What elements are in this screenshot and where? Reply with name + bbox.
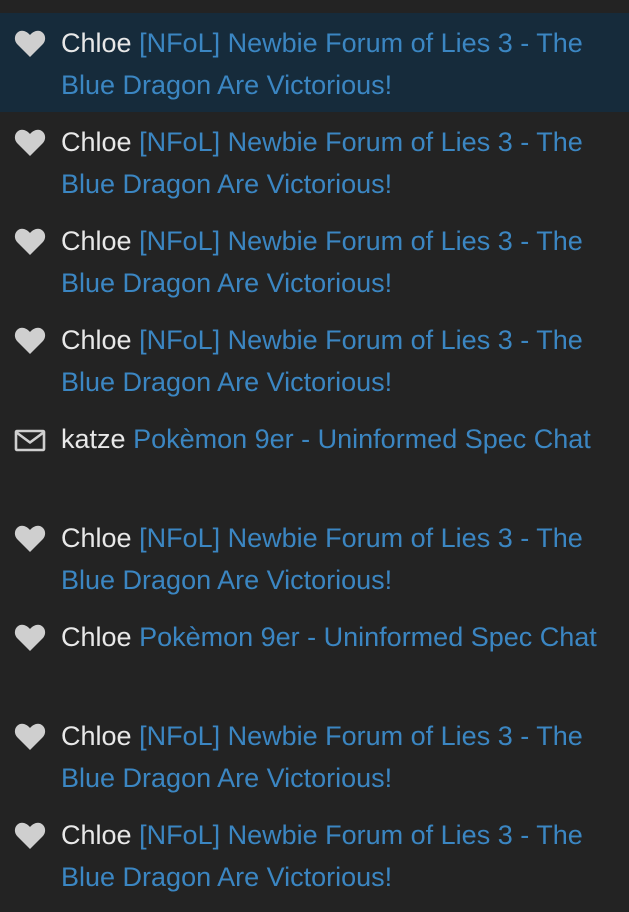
envelope-icon <box>14 426 46 454</box>
notification-thread-link[interactable]: [NFoL] Newbie Forum of Lies 3 - The Blue… <box>61 721 583 793</box>
notification-text: Chloe [NFoL] Newbie Forum of Lies 3 - Th… <box>61 22 611 106</box>
heart-icon <box>14 723 46 751</box>
notification-text: Chloe [NFoL] Newbie Forum of Lies 3 - Th… <box>61 814 611 898</box>
notification-list: Chloe [NFoL] Newbie Forum of Lies 3 - Th… <box>0 0 629 912</box>
heart-icon <box>14 624 46 652</box>
notification-item[interactable]: Chloe [NFoL] Newbie Forum of Lies 3 - Th… <box>0 13 629 112</box>
notification-text: Chloe [NFoL] Newbie Forum of Lies 3 - Th… <box>61 319 611 403</box>
heart-icon <box>14 525 46 553</box>
notification-text: katze Pokèmon 9er - Uninformed Spec Chat <box>61 418 611 460</box>
notification-username[interactable]: Chloe <box>61 127 132 157</box>
notification-username[interactable]: Chloe <box>61 721 132 751</box>
heart-icon <box>14 327 46 355</box>
notification-item[interactable]: Chloe [NFoL] Newbie Forum of Lies 3 - Th… <box>0 706 629 805</box>
notification-username[interactable]: Chloe <box>61 28 132 58</box>
notification-thread-link[interactable]: Pokèmon 9er - Uninformed Spec Chat <box>139 622 597 652</box>
heart-icon <box>14 129 46 157</box>
notification-text: Chloe [NFoL] Newbie Forum of Lies 3 - Th… <box>61 715 611 799</box>
notification-item[interactable]: Chloe Pokèmon 9er - Uninformed Spec Chat <box>0 607 629 706</box>
notification-thread-link[interactable]: [NFoL] Newbie Forum of Lies 3 - The Blue… <box>61 820 583 892</box>
notification-username[interactable]: Chloe <box>61 622 132 652</box>
notification-thread-link[interactable]: [NFoL] Newbie Forum of Lies 3 - The Blue… <box>61 523 583 595</box>
notification-text: Chloe [NFoL] Newbie Forum of Lies 3 - Th… <box>61 121 611 205</box>
notification-thread-link[interactable]: [NFoL] Newbie Forum of Lies 3 - The Blue… <box>61 28 583 100</box>
notification-item[interactable]: Chloe [NFoL] Newbie Forum of Lies 3 - Th… <box>0 508 629 607</box>
notification-username[interactable]: katze <box>61 424 126 454</box>
notification-text: Chloe [NFoL] Newbie Forum of Lies 3 - Th… <box>61 220 611 304</box>
heart-icon <box>14 30 46 58</box>
notification-thread-link[interactable]: [NFoL] Newbie Forum of Lies 3 - The Blue… <box>61 325 583 397</box>
notification-username[interactable]: Chloe <box>61 325 132 355</box>
notification-item[interactable]: Chloe [NFoL] Newbie Forum of Lies 3 - Th… <box>0 112 629 211</box>
notification-text: Chloe Pokèmon 9er - Uninformed Spec Chat <box>61 616 611 658</box>
notification-thread-link[interactable]: [NFoL] Newbie Forum of Lies 3 - The Blue… <box>61 127 583 199</box>
notification-item[interactable]: katze Pokèmon 9er - Uninformed Spec Chat <box>0 409 629 508</box>
heart-icon <box>14 228 46 256</box>
notification-item[interactable]: Chloe [NFoL] Newbie Forum of Lies 3 - Th… <box>0 805 629 904</box>
notification-text: Chloe [NFoL] Newbie Forum of Lies 3 - Th… <box>61 517 611 601</box>
notification-username[interactable]: Chloe <box>61 820 132 850</box>
notification-thread-link[interactable]: [NFoL] Newbie Forum of Lies 3 - The Blue… <box>61 226 583 298</box>
notification-item[interactable]: Chloe [NFoL] Newbie Forum of Lies 3 - Th… <box>0 211 629 310</box>
notification-thread-link[interactable]: Pokèmon 9er - Uninformed Spec Chat <box>133 424 591 454</box>
notification-username[interactable]: Chloe <box>61 523 132 553</box>
heart-icon <box>14 822 46 850</box>
notification-username[interactable]: Chloe <box>61 226 132 256</box>
notification-item[interactable]: Chloe [NFoL] Newbie Forum of Lies 3 - Th… <box>0 310 629 409</box>
